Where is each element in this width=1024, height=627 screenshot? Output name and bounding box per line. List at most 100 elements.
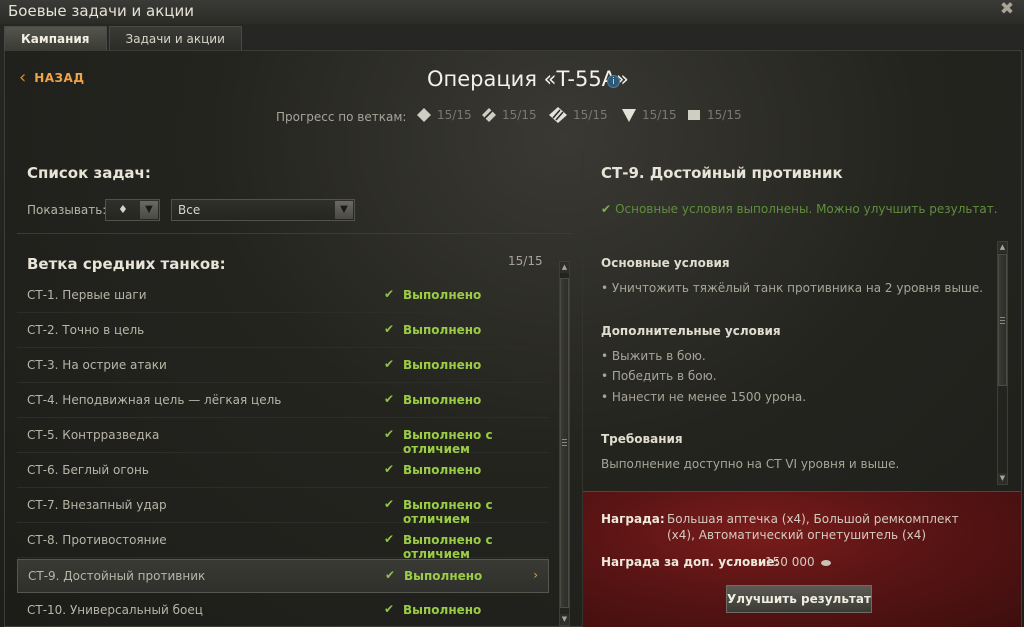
check-icon: ✔ xyxy=(384,357,395,371)
main-conditions-heading: Основные условия xyxy=(601,256,730,270)
reward-box: Награда: Большая аптечка (x4), Большой р… xyxy=(583,491,1021,627)
check-icon: ✔ xyxy=(384,287,395,301)
reward-line-1: Большая аптечка (x4), Большой ремкомплек… xyxy=(667,512,959,526)
chevron-left-icon: ‹ xyxy=(19,67,27,88)
filter-label: Показывать: xyxy=(27,203,107,217)
extra-condition-item: • Выжить в бою. xyxy=(601,349,706,363)
task-status: Выполнено xyxy=(403,463,482,477)
light-tank-icon xyxy=(417,108,431,122)
task-detail-status: ✔ Основные условия выполнены. Можно улучш… xyxy=(601,202,998,216)
task-row[interactable]: СТ-1. Первые шаги ✔ Выполнено xyxy=(17,279,549,313)
chevron-down-icon: ▼ xyxy=(140,201,158,219)
scroll-thumb[interactable] xyxy=(998,254,1007,386)
conditions-box: Основные условия • Уничтожить тяжёлый та… xyxy=(583,239,1021,491)
branch-progress-spg: 15/15 xyxy=(685,106,742,124)
scroll-thumb[interactable] xyxy=(560,278,569,608)
close-icon[interactable]: ✖ xyxy=(998,0,1016,18)
branch-count: 15/15 xyxy=(508,254,543,268)
check-icon: ✔ xyxy=(601,202,612,216)
scroll-down-icon[interactable]: ▼ xyxy=(998,473,1007,484)
branch-title: Ветка средних танков: xyxy=(27,255,226,273)
task-row[interactable]: СТ-10. Универсальный боец ✔ Выполнено xyxy=(17,594,549,627)
task-row[interactable]: СТ-4. Неподвижная цель — лёгкая цель ✔ В… xyxy=(17,384,549,418)
task-name: СТ-10. Универсальный боец xyxy=(27,603,203,617)
task-name: СТ-7. Внезапный удар xyxy=(27,498,167,512)
chevron-down-icon: ▼ xyxy=(335,201,353,219)
check-icon: ✔ xyxy=(384,392,395,406)
spg-icon xyxy=(688,110,700,120)
task-status: Выполнено с отличием xyxy=(403,428,493,456)
conditions-scrollbar[interactable]: ▲ ▼ xyxy=(997,241,1008,485)
scroll-down-icon[interactable]: ▼ xyxy=(560,614,569,625)
branch-progress-value: 15/15 xyxy=(502,108,537,122)
extra-condition-item: • Победить в бою. xyxy=(601,369,717,383)
improve-result-button[interactable]: Улучшить результат xyxy=(726,585,872,613)
requirements-heading: Требования xyxy=(601,432,683,446)
heavy-tank-icon xyxy=(549,107,567,123)
task-name: СТ-9. Достойный противник xyxy=(28,569,206,583)
extra-condition-item: • Нанести не менее 1500 урона. xyxy=(601,390,807,404)
tab-campaign[interactable]: Кампания xyxy=(4,26,107,50)
branch-progress-value: 15/15 xyxy=(437,108,472,122)
task-row[interactable]: СТ-5. Контрразведка ✔ Выполнено с отличи… xyxy=(17,419,549,456)
task-row[interactable]: СТ-6. Беглый огонь ✔ Выполнено xyxy=(17,454,549,488)
chevron-right-icon: › xyxy=(533,568,538,582)
task-detail-title: СТ-9. Достойный противник xyxy=(601,164,843,182)
check-icon: ✔ xyxy=(384,497,395,511)
task-row[interactable]: СТ-7. Внезапный удар ✔ Выполнено с отлич… xyxy=(17,489,549,526)
extra-reward-value: 150 000 xyxy=(765,554,831,570)
back-button-label: НАЗАД xyxy=(34,71,85,85)
main-condition-item: • Уничтожить тяжёлый танк противника на … xyxy=(601,281,984,295)
task-row[interactable]: СТ-3. На острие атаки ✔ Выполнено xyxy=(17,349,549,383)
branch-progress-heavy: 15/15 xyxy=(547,106,608,124)
tab-missions[interactable]: Задачи и акции xyxy=(108,26,242,50)
task-status: Выполнено xyxy=(404,569,483,583)
branch-progress-value: 15/15 xyxy=(707,108,742,122)
branch-progress-value: 15/15 xyxy=(573,108,608,122)
scroll-up-icon[interactable]: ▲ xyxy=(560,262,569,273)
task-detail-panel: СТ-9. Достойный противник ✔ Основные усло… xyxy=(583,151,1021,627)
divider xyxy=(17,233,573,234)
info-icon[interactable]: i xyxy=(607,75,620,88)
task-status: Выполнено с отличием xyxy=(403,498,493,526)
branch-progress-value: 15/15 xyxy=(642,108,677,122)
scroll-up-icon[interactable]: ▲ xyxy=(998,242,1007,253)
window-titlebar: Боевые задачи и акции ✖ xyxy=(0,0,1024,24)
medium-tank-icon xyxy=(482,108,496,122)
branch-progress-medium: 15/15 xyxy=(480,106,537,124)
task-list-scrollbar[interactable]: ▲ ▼ xyxy=(559,261,570,626)
task-list-title: Список задач: xyxy=(27,164,151,182)
filter-type-dropdown[interactable]: ♦ ▼ xyxy=(105,199,160,221)
task-row[interactable]: СТ-2. Точно в цель ✔ Выполнено xyxy=(17,314,549,348)
task-name: СТ-5. Контрразведка xyxy=(27,428,160,442)
credits-icon xyxy=(820,559,831,566)
missions-window: Боевые задачи и акции ✖ Кампания Задачи … xyxy=(0,0,1024,627)
task-status: Выполнено xyxy=(403,288,482,302)
window-title: Боевые задачи и акции xyxy=(8,2,194,20)
extra-conditions-heading: Дополнительные условия xyxy=(601,324,781,338)
task-row[interactable]: СТ-8. Противостояние ✔ Выполнено с отлич… xyxy=(17,524,549,561)
check-icon: ✔ xyxy=(385,568,396,582)
check-icon: ✔ xyxy=(384,602,395,616)
check-icon: ✔ xyxy=(384,322,395,336)
branch-progress-light: 15/15 xyxy=(415,106,472,124)
content-area: ‹ НАЗАД Операция «T-55A» i Прогресс по в… xyxy=(4,50,1022,627)
task-name: СТ-8. Противостояние xyxy=(27,533,167,547)
task-name: СТ-4. Неподвижная цель — лёгкая цель xyxy=(27,393,282,407)
check-icon: ✔ xyxy=(384,532,395,546)
extra-reward-label: Награда за доп. условие: xyxy=(601,555,780,569)
task-detail-status-text: Основные условия выполнены. Можно улучши… xyxy=(615,202,998,216)
task-status: Выполнено xyxy=(403,358,482,372)
branch-progress-td: 15/15 xyxy=(620,106,677,124)
tab-bar: Кампания Задачи и акции xyxy=(4,26,244,50)
task-list-panel: Список задач: Показывать: ♦ ▼ Все ▼ Ветк… xyxy=(5,151,579,627)
filter-dropdown[interactable]: Все ▼ xyxy=(171,199,355,221)
task-row-selected[interactable]: СТ-9. Достойный противник ✔ Выполнено › xyxy=(17,559,549,593)
task-status: Выполнено xyxy=(403,603,482,617)
operation-title: Операция «T-55A» xyxy=(427,67,629,91)
check-icon: ✔ xyxy=(384,427,395,441)
branch-progress-label: Прогресс по веткам: xyxy=(276,110,407,124)
tank-destroyer-icon xyxy=(622,109,636,122)
filter-type-value: ♦ xyxy=(118,203,128,216)
back-button[interactable]: ‹ НАЗАД xyxy=(19,69,85,87)
